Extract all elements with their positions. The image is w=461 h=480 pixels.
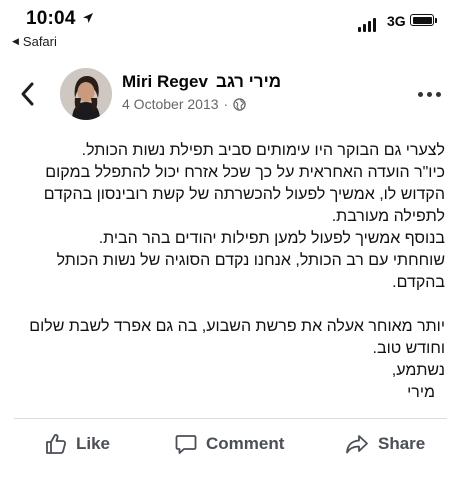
post-body: לצערי גם הבוקר היו עימותים סביב תפילת נש… [20,140,445,404]
post-line: יותר מאוחר אעלה את פרשת השבוע, בה גם אפר… [29,318,445,335]
like-button[interactable]: Like [44,432,110,456]
battery-icon [410,14,437,26]
back-to-safari-link[interactable]: ◀ Safari [12,34,57,49]
post-header: Miri Regev מירי רגב 4 October 2013 · [0,62,461,126]
share-label: Share [378,434,426,453]
chevron-left-icon[interactable] [18,80,38,108]
action-bar: Like Comment Share [0,424,461,470]
comment-bubble-icon [175,435,197,454]
post-line: נשתמע, [391,362,445,379]
location-arrow-icon [83,13,93,23]
like-label: Like [76,434,111,453]
avatar[interactable] [60,68,112,120]
author-name-en: Miri Regev [122,72,208,91]
post-line: וחודש טוב. [372,340,445,357]
back-triangle-icon: ◀ [12,36,19,46]
post-signature: מירי [407,384,435,401]
more-dots-icon[interactable] [418,92,441,97]
action-divider [14,418,447,419]
post-date[interactable]: 4 October 2013 [122,96,219,112]
back-app-label: Safari [22,34,57,49]
comment-label: Comment [206,434,285,453]
post-line: לצערי גם הבוקר היו עימותים סביב תפילת נש… [81,142,445,159]
post-meta: 4 October 2013 · [122,96,246,112]
post-line: בהקדם. [392,274,445,291]
thumbs-up-icon [46,433,67,454]
globe-icon [233,97,246,111]
share-arrow-icon [346,435,368,454]
network-type: 3G [387,13,406,29]
post-line: כיו"ר הועדה האחראית על כך שכל אזרח יכול … [45,164,445,181]
post-line: בנוסף אמשיך לפעול למען תפילות יהודים בהר… [98,230,445,247]
cell-signal-icon [358,18,376,32]
post-line: לתפילה מעורבת. [331,208,445,225]
share-button[interactable]: Share [344,432,425,456]
post-author[interactable]: Miri Regev מירי רגב [122,72,281,92]
author-name-he: מירי רגב [215,72,282,91]
meta-separator: · [223,96,229,112]
post-line: שוחחתי עם רב הכותל, אנחנו נקדם הסוגיה של… [56,252,445,269]
post-line: הקדוש לו, אמשיך לפעול להכשרתה של קשת רוב… [43,186,445,203]
status-bar: 10:04 ◀ Safari 3G [0,0,461,56]
status-time: 10:04 [26,8,76,29]
comment-button[interactable]: Comment [174,432,284,456]
